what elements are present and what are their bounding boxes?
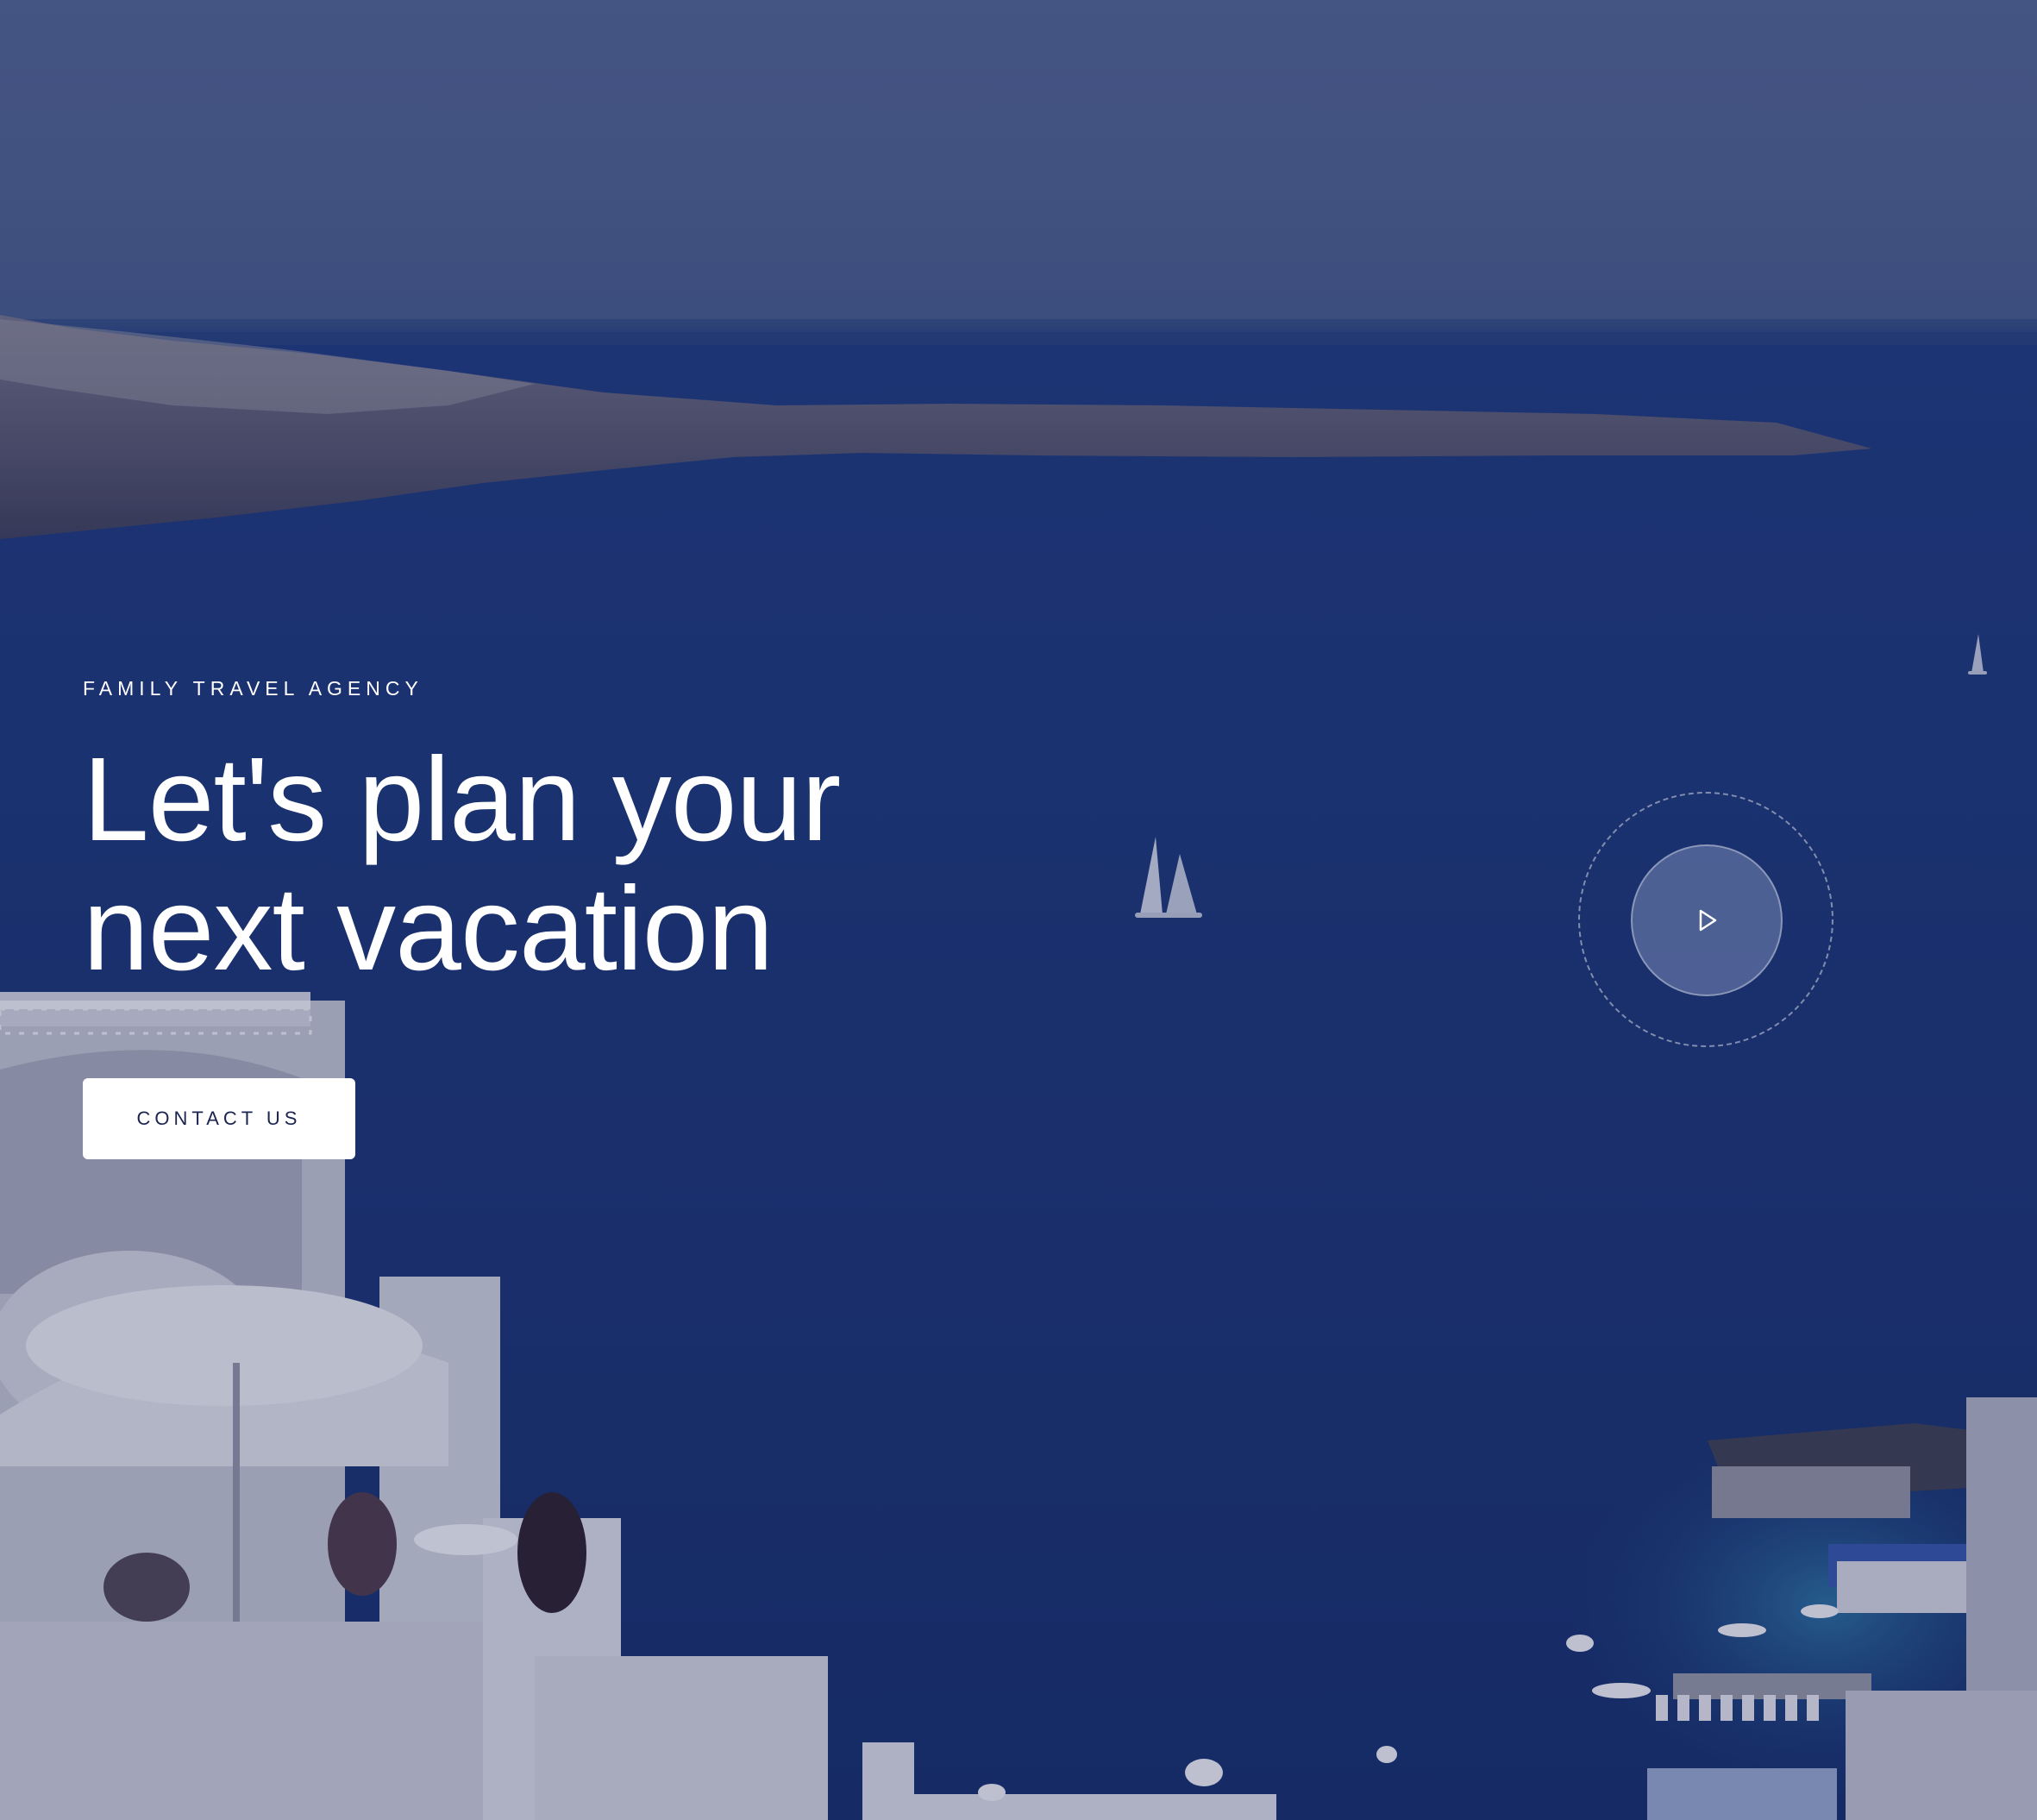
contact-us-button[interactable]: CONTACT US bbox=[83, 1078, 355, 1159]
hero-content: FAMILY TRAVEL AGENCY Let's plan your nex… bbox=[83, 677, 1031, 994]
hero-headline-line-2: next vacation bbox=[83, 863, 774, 995]
hero-headline-line-1: Let's plan your bbox=[83, 733, 841, 866]
play-icon bbox=[1699, 909, 1717, 932]
hero-eyebrow: FAMILY TRAVEL AGENCY bbox=[83, 677, 423, 700]
play-video-button[interactable] bbox=[1631, 844, 1783, 996]
hero-section: FAMILY TRAVEL AGENCY Let's plan your nex… bbox=[0, 0, 2037, 1820]
hero-headline: Let's plan your next vacation bbox=[83, 735, 1031, 994]
